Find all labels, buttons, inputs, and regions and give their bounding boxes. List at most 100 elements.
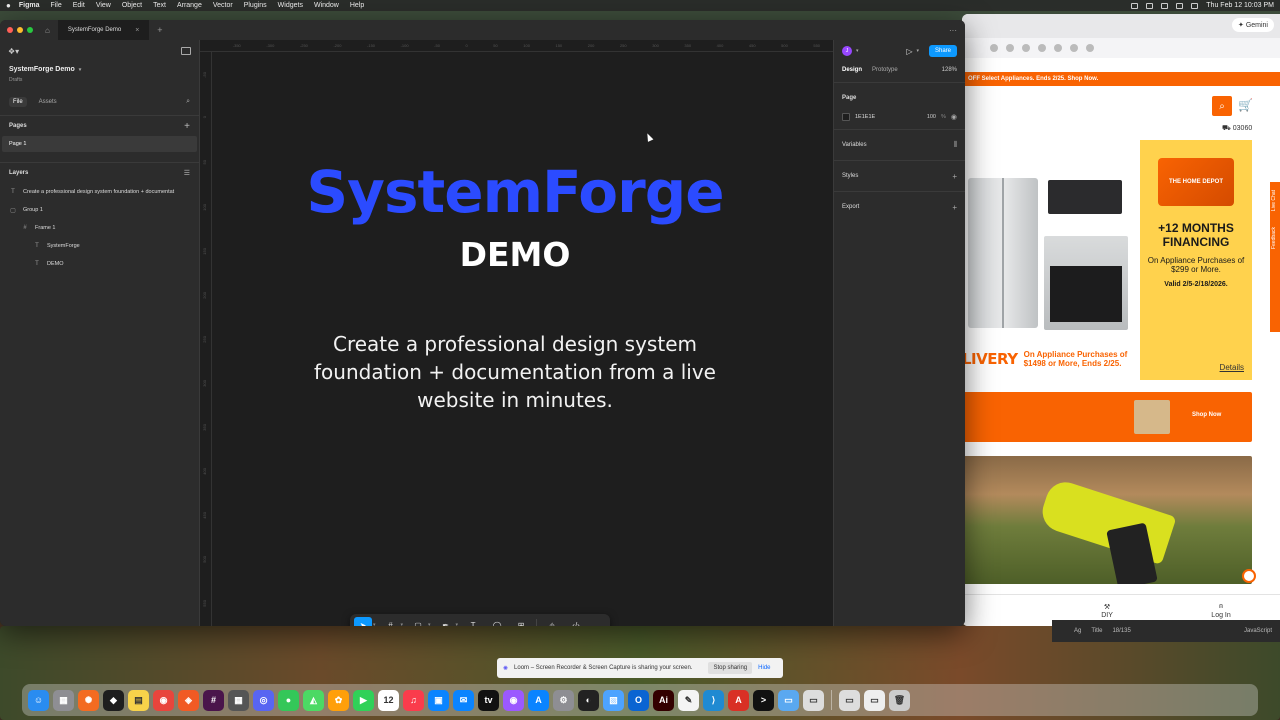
nav-log-in[interactable]: ⍝ Log In bbox=[1211, 603, 1230, 619]
live-chat-tab[interactable]: Live Chat bbox=[1270, 182, 1278, 219]
store-zip[interactable]: ⛟ 03060 bbox=[1222, 124, 1252, 133]
chrome-icon[interactable]: ◉ bbox=[153, 689, 174, 711]
menu-item-text[interactable]: Text bbox=[153, 2, 166, 9]
extension-icon[interactable] bbox=[1054, 44, 1062, 52]
zoom-window-button[interactable] bbox=[27, 27, 33, 33]
hide-banner-button[interactable]: Hide bbox=[758, 665, 770, 671]
notes-icon[interactable]: ▤ bbox=[128, 689, 149, 711]
tab-assets[interactable]: Assets bbox=[39, 99, 57, 105]
profile-avatar-icon[interactable] bbox=[1086, 44, 1094, 52]
slack-icon[interactable]: # bbox=[203, 689, 224, 711]
layer-item[interactable]: T DEMO bbox=[0, 255, 199, 273]
figma-icon[interactable]: ◆ bbox=[103, 689, 124, 711]
menu-item-plugins[interactable]: Plugins bbox=[244, 2, 267, 9]
dev-mode-icon[interactable]: ‹/› bbox=[567, 617, 585, 627]
textedit-icon[interactable]: ✎ bbox=[678, 689, 699, 711]
chevron-down-icon[interactable]: ▾ bbox=[401, 622, 404, 626]
close-window-button[interactable] bbox=[7, 27, 13, 33]
menu-bar-clock[interactable]: Thu Feb 12 10:03 PM bbox=[1206, 2, 1274, 9]
apple-icon[interactable]: ● bbox=[6, 1, 11, 10]
add-style-icon[interactable]: + bbox=[952, 172, 957, 181]
ai-tool-icon[interactable]: ✧ bbox=[543, 617, 561, 627]
chevron-down-icon[interactable]: ▾ bbox=[456, 622, 459, 626]
chevron-down-icon[interactable]: ▾ bbox=[856, 48, 859, 54]
zoom-level[interactable]: 128% bbox=[942, 67, 957, 73]
frame-tool-icon[interactable]: # bbox=[382, 617, 400, 627]
extension-icon[interactable] bbox=[1022, 44, 1030, 52]
messages-icon[interactable]: ● bbox=[278, 689, 299, 711]
music-icon[interactable]: ♫ bbox=[403, 689, 424, 711]
menu-item-widgets[interactable]: Widgets bbox=[278, 2, 303, 9]
drill-hero-image[interactable] bbox=[962, 456, 1252, 584]
folder-icon-3[interactable]: ▭ bbox=[839, 689, 860, 711]
financing-details-link[interactable]: Details bbox=[1220, 363, 1244, 372]
home-icon[interactable]: ⌂ bbox=[45, 26, 50, 35]
battery-icon[interactable] bbox=[1161, 2, 1169, 9]
menu-item-figma[interactable]: Figma bbox=[19, 2, 40, 9]
close-tab-icon[interactable]: × bbox=[135, 27, 139, 34]
app-store-icon[interactable]: A bbox=[528, 689, 549, 711]
chevron-down-icon[interactable]: ▾ bbox=[916, 48, 919, 54]
toggle-sidebar-icon[interactable] bbox=[181, 47, 191, 55]
terminal-icon[interactable]: > bbox=[753, 689, 774, 711]
variables-settings-icon[interactable]: ⫴ bbox=[954, 140, 957, 150]
shop-now-banner[interactable]: Shop Now bbox=[962, 392, 1252, 442]
page-item[interactable]: Page 1 bbox=[2, 136, 197, 152]
nav-diy[interactable]: ⚒ DIY bbox=[1101, 603, 1113, 619]
wifi-icon[interactable] bbox=[1146, 2, 1154, 9]
screen-share-icon[interactable] bbox=[1131, 2, 1139, 9]
control-center-icon[interactable] bbox=[1191, 2, 1199, 9]
menu-item-vector[interactable]: Vector bbox=[213, 2, 233, 9]
app-icon-3[interactable]: ✉ bbox=[453, 689, 474, 711]
menu-item-help[interactable]: Help bbox=[350, 2, 364, 9]
avatar[interactable]: J bbox=[842, 46, 852, 56]
extension-icon[interactable] bbox=[1070, 44, 1078, 52]
page-color-hex[interactable]: 1E1E1E bbox=[855, 114, 875, 120]
layer-item[interactable]: T Create a professional design system fo… bbox=[0, 183, 199, 201]
financing-promo[interactable]: THE HOME DEPOT +12 MONTHS FINANCING On A… bbox=[1140, 140, 1252, 380]
menu-item-window[interactable]: Window bbox=[314, 2, 339, 9]
folder-icon-2[interactable]: ▭ bbox=[803, 689, 824, 711]
brave-icon[interactable]: ◈ bbox=[178, 689, 199, 711]
layer-item[interactable]: # Frame 1 bbox=[0, 219, 199, 237]
menu-item-arrange[interactable]: Arrange bbox=[177, 2, 202, 9]
feedback-tab[interactable]: Feedback bbox=[1270, 219, 1278, 257]
calendar-icon[interactable]: 12 bbox=[378, 689, 399, 711]
file-tab[interactable]: SystemForge Demo × bbox=[57, 20, 150, 40]
page-opacity[interactable]: 100 bbox=[927, 114, 936, 120]
outlook-icon[interactable]: O bbox=[628, 689, 649, 711]
text-tool-icon[interactable]: T bbox=[464, 617, 482, 627]
move-tool-icon[interactable]: ➤ bbox=[354, 617, 372, 626]
color-swatch[interactable] bbox=[842, 113, 850, 121]
canvas-body-text[interactable]: Create a professional design system foun… bbox=[300, 330, 730, 414]
new-tab-icon[interactable]: + bbox=[157, 25, 162, 35]
settings-icon[interactable]: ⚙ bbox=[553, 689, 574, 711]
menu-item-edit[interactable]: Edit bbox=[73, 2, 85, 9]
javascript-label[interactable]: JavaScript bbox=[1244, 628, 1272, 634]
minimize-window-button[interactable] bbox=[17, 27, 23, 33]
tab-prototype[interactable]: Prototype bbox=[872, 67, 898, 73]
finder-icon[interactable]: ☺ bbox=[28, 689, 49, 711]
chevron-down-icon[interactable]: ▾ bbox=[428, 622, 431, 626]
figma-menu-icon[interactable]: ❖▾ bbox=[8, 47, 19, 56]
gemini-button[interactable]: ✦ Gemini bbox=[1232, 18, 1274, 32]
activity-monitor-icon[interactable]: ◐ bbox=[578, 689, 599, 711]
shape-tool-icon[interactable]: ▢ bbox=[409, 617, 427, 627]
cart-icon[interactable]: 🛒 bbox=[1238, 98, 1253, 112]
actions-tool-icon[interactable]: ⊞ bbox=[512, 617, 530, 627]
add-page-icon[interactable]: + bbox=[184, 121, 190, 132]
app-icon-1[interactable]: ✺ bbox=[78, 689, 99, 711]
help-chat-icon[interactable] bbox=[1242, 569, 1256, 583]
share-button[interactable]: Share bbox=[928, 45, 957, 57]
launchpad-icon[interactable]: ▦ bbox=[53, 689, 74, 711]
canvas-demo-text[interactable]: DEMO bbox=[200, 235, 830, 274]
trash-icon[interactable]: 🗑 bbox=[889, 689, 910, 711]
add-export-icon[interactable]: + bbox=[952, 203, 957, 212]
present-icon[interactable]: ▷ bbox=[906, 47, 912, 56]
menu-item-view[interactable]: View bbox=[96, 2, 111, 9]
more-options-icon[interactable]: ··· bbox=[949, 26, 957, 35]
canvas-title-text[interactable]: SystemForge bbox=[200, 158, 830, 226]
search-icon[interactable]: ⌕ bbox=[1212, 96, 1232, 116]
search-icon[interactable] bbox=[1176, 2, 1184, 9]
layer-item[interactable]: T SystemForge bbox=[0, 237, 199, 255]
